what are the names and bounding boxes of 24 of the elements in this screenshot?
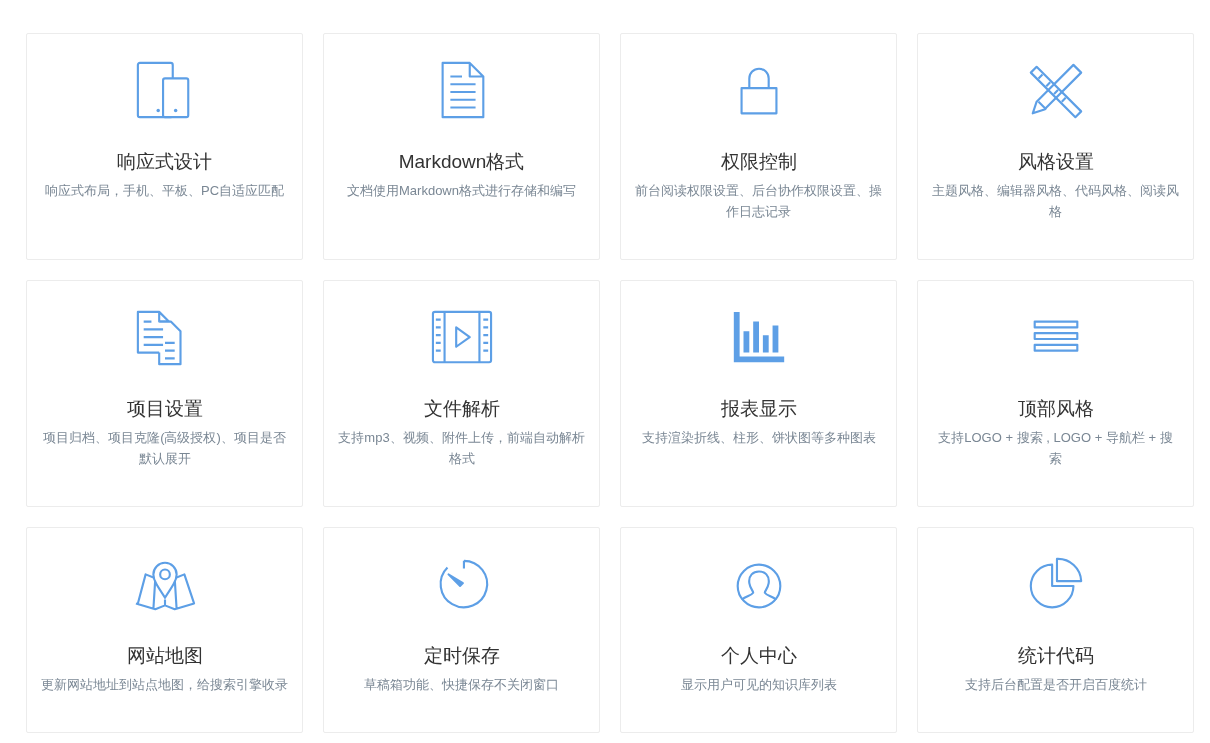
feature-description: 主题风格、编辑器风格、代码风格、阅读风格	[932, 182, 1179, 221]
feature-description: 更新网站地址到站点地图，给搜索引擎收录	[41, 676, 288, 694]
feature-title: 文件解析	[423, 397, 500, 421]
feature-title: 网站地图	[126, 644, 203, 668]
feature-description: 文档使用Markdown格式进行存储和编写	[347, 182, 576, 200]
feature-title: 风格设置	[1017, 150, 1094, 174]
feature-title: Markdown格式	[398, 150, 525, 174]
feature-title: 项目设置	[126, 397, 203, 421]
feature-description: 前台阅读权限设置、后台协作权限设置、操作日志记录	[635, 182, 882, 221]
feature-title: 顶部风格	[1017, 397, 1094, 421]
feature-title: 响应式设计	[117, 150, 212, 174]
feature-description: 响应式布局，手机、平板、PC自适应匹配	[44, 182, 285, 200]
feature-description: 支持后台配置是否开启百度统计	[964, 676, 1147, 694]
feature-title: 统计代码	[1017, 644, 1094, 668]
feature-description: 支持mp3、视频、附件上传，前端自动解析格式	[338, 429, 585, 468]
feature-title: 权限控制	[720, 150, 797, 174]
feature-description: 支持LOGO + 搜索 , LOGO + 导航栏 + 搜索	[937, 429, 1174, 468]
feature-title: 报表显示	[720, 397, 797, 421]
feature-description: 显示用户可见的知识库列表	[680, 676, 837, 694]
feature-description: 草稿箱功能、快捷保存不关闭窗口	[364, 676, 559, 694]
feature-title: 个人中心	[720, 644, 797, 668]
feature-description: 支持渲染折线、柱形、饼状图等多种图表	[641, 429, 876, 447]
feature-title: 定时保存	[423, 644, 500, 668]
feature-description: 项目归档、项目克隆(高级授权)、项目是否默认展开	[42, 429, 287, 468]
